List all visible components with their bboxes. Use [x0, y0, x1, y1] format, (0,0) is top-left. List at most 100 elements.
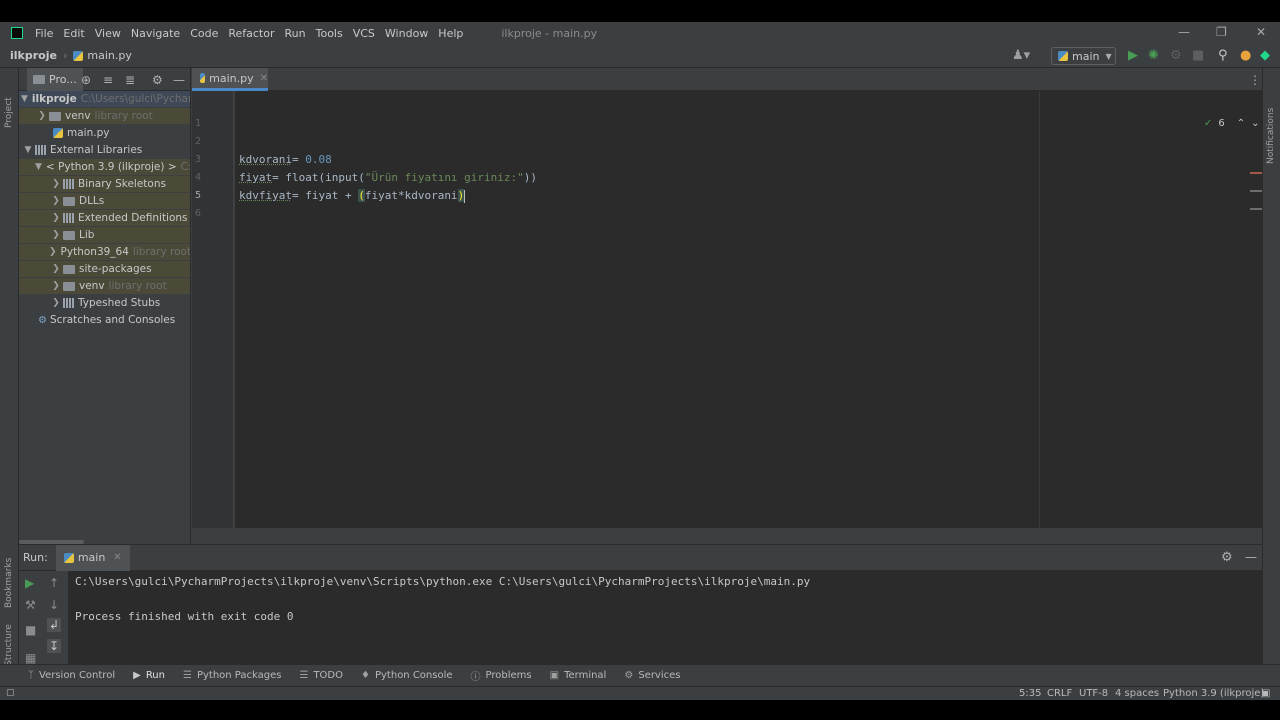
menu-code[interactable]: Code — [190, 27, 218, 40]
tool-python-console[interactable]: ♦ Python Console — [361, 670, 453, 681]
editor-tab-main-py[interactable]: main.py ✕ — [192, 68, 268, 91]
indent-setting[interactable]: 4 spaces — [1115, 688, 1159, 699]
code-editor[interactable]: kdvorani= 0.08 fiyat= float(input("Ürün … — [235, 91, 1262, 528]
tree-item-venv-lib[interactable]: ❯ venv library root — [19, 278, 190, 294]
tree-item-venv[interactable]: ❯ venv library root — [19, 108, 190, 124]
menu-run[interactable]: Run — [285, 27, 306, 40]
tree-item-ilkproje[interactable]: ▼ ilkproje C:\Users\gulci\PycharmProject… — [19, 91, 190, 107]
soft-wrap-icon[interactable]: ↲ — [47, 618, 62, 632]
coverage-icon[interactable]: ⚙ — [1170, 48, 1182, 63]
tree-item-main-py[interactable]: main.py — [19, 125, 190, 141]
tool-label: Version Control — [39, 670, 116, 681]
tool-python-packages[interactable]: ☰ Python Packages — [183, 670, 281, 681]
status-layout-icon[interactable]: ▢ — [6, 688, 15, 698]
debug-icon[interactable]: ✺ — [1148, 48, 1159, 63]
tree-item-hint: library root — [94, 110, 153, 122]
expand-all-icon[interactable]: ≡ — [103, 73, 113, 87]
caret-position[interactable]: 5:35 — [1019, 688, 1041, 699]
update-icon[interactable]: ● — [1240, 48, 1251, 63]
collapse-all-icon[interactable]: ≣ — [125, 73, 135, 87]
structure-tool-button[interactable]: Structure — [4, 624, 14, 666]
jetbrains-icon[interactable]: ◆ — [1260, 48, 1270, 63]
chevron-down-icon: ▼ — [21, 94, 28, 104]
tree-item-typeshed-stubs[interactable]: ❯ Typeshed Stubs — [19, 295, 190, 311]
close-icon[interactable]: ✕ — [1256, 25, 1266, 39]
tool-todo[interactable]: ☰ TODO — [299, 670, 343, 681]
scroll-to-end-icon[interactable]: ↧ — [47, 639, 62, 653]
bookmarks-tool-button[interactable]: Bookmarks — [4, 558, 14, 608]
hide-icon[interactable]: — — [173, 73, 185, 87]
more-options-icon[interactable]: ⋮ — [1249, 73, 1261, 87]
tree-item-lib[interactable]: ❯ Lib — [19, 227, 190, 243]
line-number: 6 — [194, 208, 201, 219]
python-interpreter[interactable]: Python 3.9 (ilkproje) — [1163, 688, 1264, 699]
project-view-selector[interactable]: Pro... — [27, 68, 83, 91]
minimize-icon[interactable]: — — [1178, 25, 1190, 39]
tree-item-external-libraries[interactable]: ▼ External Libraries — [19, 142, 190, 158]
gear-icon[interactable]: ⚙ — [152, 73, 163, 87]
tree-item-hint: library root — [132, 246, 191, 258]
lock-icon[interactable]: ▣ — [1261, 688, 1270, 699]
restore-icon[interactable]: ❐ — [1216, 25, 1227, 39]
menu-view[interactable]: View — [95, 27, 121, 40]
arrow-down-icon[interactable]: ↓ — [49, 598, 59, 612]
chevron-up-icon[interactable]: ⌃ — [1237, 118, 1245, 129]
rerun-icon[interactable]: ▶ — [25, 576, 34, 590]
breadcrumb-file[interactable]: main.py — [87, 49, 131, 62]
matched-brace: ( — [358, 189, 365, 202]
tree-item-python39-64[interactable]: ❯ Python39_64 library root — [19, 244, 191, 260]
menu-vcs[interactable]: VCS — [353, 27, 375, 40]
breadcrumb-project[interactable]: ilkproje — [10, 49, 57, 62]
search-icon[interactable]: ⚲ — [1218, 48, 1228, 63]
menu-help[interactable]: Help — [438, 27, 463, 40]
inspection-widget[interactable]: ✓ 6 ⌃ ⌄ — [1204, 118, 1260, 129]
tool-terminal[interactable]: ▣ Terminal — [550, 670, 607, 681]
python-file-icon — [200, 73, 206, 83]
wrench-icon[interactable]: ⚒ — [25, 598, 36, 612]
line-separator[interactable]: CRLF — [1047, 688, 1072, 699]
chevron-down-icon[interactable]: ⌄ — [1251, 118, 1259, 129]
locate-icon[interactable]: ⊕ — [81, 73, 91, 87]
scratches-icon: ⚙ — [38, 314, 47, 326]
tree-item-scratches[interactable]: ⚙ Scratches and Consoles — [19, 312, 190, 328]
python-config-icon — [1058, 51, 1068, 61]
warning-stripe-mark[interactable] — [1250, 190, 1262, 192]
gear-icon[interactable]: ⚙ — [1221, 550, 1233, 565]
hide-panel-icon[interactable]: — — [1245, 550, 1257, 564]
menu-refactor[interactable]: Refactor — [228, 27, 274, 40]
run-icon[interactable]: ▶ — [1128, 48, 1138, 63]
user-icon[interactable]: ♟▾ — [1012, 48, 1030, 63]
tree-item-python-sdk[interactable]: ▼ < Python 3.9 (ilkproje) > C:\ — [19, 159, 190, 175]
tree-item-dlls[interactable]: ❯ DLLs — [19, 193, 190, 209]
tool-services[interactable]: ⚙ Services — [624, 670, 680, 681]
close-tab-icon[interactable]: ✕ — [113, 552, 121, 563]
run-config-selector[interactable]: main ▼ — [1051, 47, 1116, 65]
close-tab-icon[interactable]: ✕ — [260, 73, 268, 84]
menu-file[interactable]: File — [35, 27, 53, 40]
console-output[interactable]: C:\Users\gulci\PycharmProjects\ilkproje\… — [75, 575, 810, 623]
menu-navigate[interactable]: Navigate — [131, 27, 180, 40]
menu-window[interactable]: Window — [385, 27, 428, 40]
folder-icon — [49, 111, 61, 121]
tree-item-extended-definitions[interactable]: ❯ Extended Definitions — [19, 210, 190, 226]
tool-problems[interactable]: ⓘ Problems — [471, 668, 532, 683]
tool-version-control[interactable]: ᛉ Version Control — [28, 670, 115, 681]
tree-item-site-packages[interactable]: ❯ site-packages — [19, 261, 190, 277]
tree-item-label: main.py — [67, 127, 110, 139]
stop-icon[interactable]: ■ — [25, 623, 36, 637]
tree-item-binary-skeletons[interactable]: ❯ Binary Skeletons — [19, 176, 190, 192]
stop-icon[interactable]: ■ — [1192, 48, 1204, 63]
file-encoding[interactable]: UTF-8 — [1079, 688, 1108, 699]
menu-edit[interactable]: Edit — [63, 27, 84, 40]
menu-tools[interactable]: Tools — [316, 27, 343, 40]
run-tab-main[interactable]: main ✕ — [55, 544, 130, 571]
layout-icon[interactable]: ▦ — [25, 651, 36, 665]
error-stripe-mark[interactable] — [1250, 172, 1262, 174]
arrow-up-icon[interactable]: ↑ — [49, 576, 59, 590]
warning-stripe-mark[interactable] — [1250, 208, 1262, 210]
tool-run[interactable]: ▶ Run — [133, 670, 165, 681]
notifications-tool-button[interactable]: Notifications — [1266, 108, 1276, 164]
layers-icon: ☰ — [183, 670, 192, 681]
project-tool-button[interactable]: Project — [4, 97, 14, 128]
